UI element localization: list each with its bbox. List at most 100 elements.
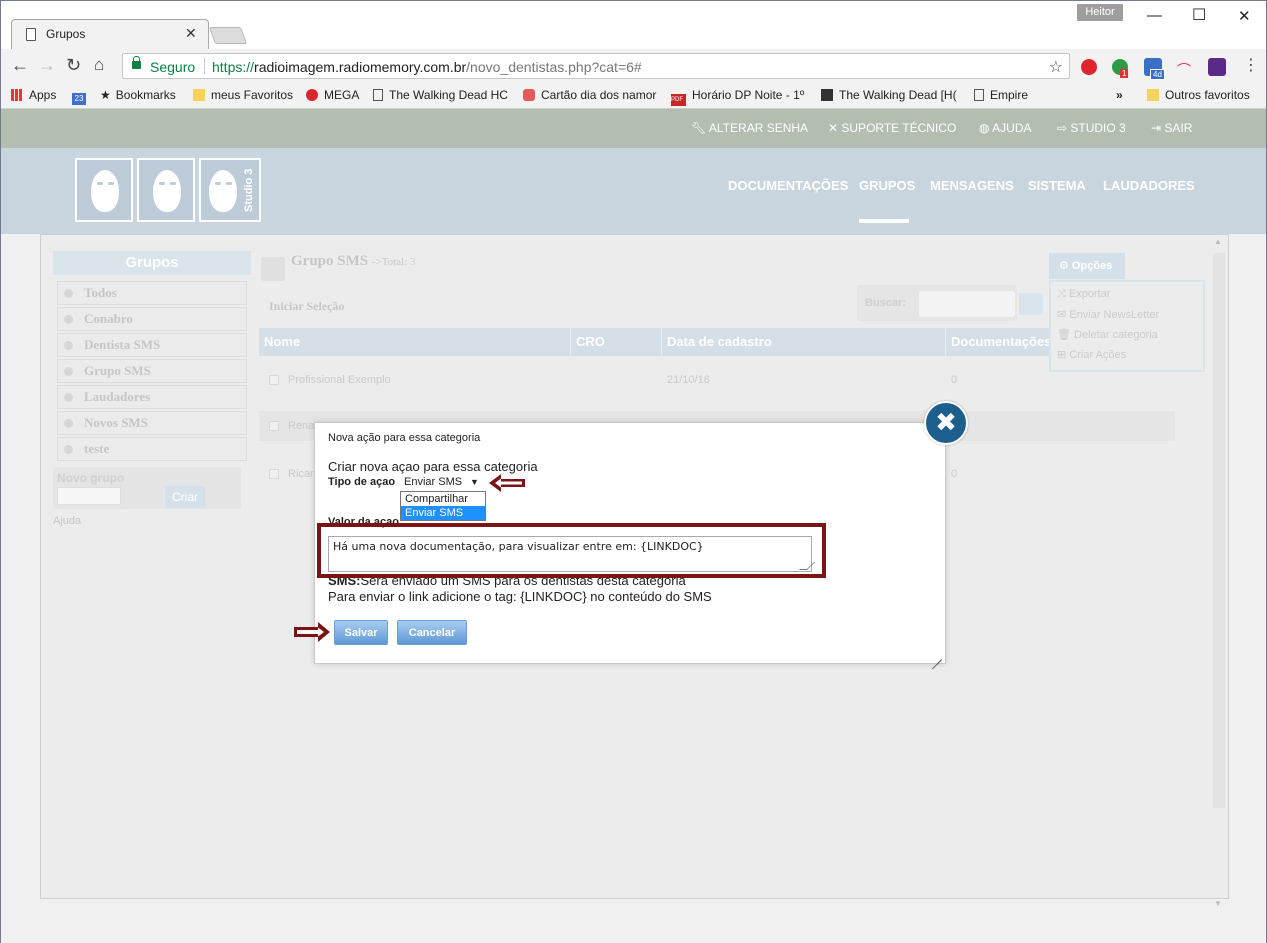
bookmark-horario[interactable]: PDF Horário DP Noite - 1º <box>671 88 804 106</box>
menu-icon[interactable]: ⋮ <box>1243 55 1259 75</box>
option-compartilhar[interactable]: Compartilhar <box>401 492 485 506</box>
option-exportar[interactable]: ⤨ Exportar <box>1057 288 1110 301</box>
card-icon <box>523 89 535 101</box>
new-group-input[interactable] <box>57 487 121 505</box>
selected-value: Enviar SMS <box>404 476 463 488</box>
vh-extension-icon[interactable] <box>1208 58 1226 76</box>
group-icon <box>64 341 73 350</box>
opera-extension-icon[interactable] <box>1081 59 1097 75</box>
link-label: ALTERAR SENHA <box>708 121 809 135</box>
address-bar[interactable]: Seguro https://radioimagem.radiomemory.c… <box>122 53 1070 79</box>
profile-badge[interactable]: Heitor <box>1077 4 1123 21</box>
cancel-button[interactable]: Cancelar <box>397 620 467 645</box>
group-item-teste[interactable]: teste <box>57 437 247 461</box>
column-documentacoes[interactable]: Documentações <box>946 328 1059 356</box>
browser-tab[interactable]: Grupos ✕ <box>11 19 209 49</box>
nav-documentacoes[interactable]: DOCUMENTAÇÕES <box>728 178 848 193</box>
row-date: 21/10/16 <box>667 374 710 386</box>
group-item-grupo-sms[interactable]: Grupo SMS <box>57 359 247 383</box>
help-link[interactable]: ◍ AJUDA <box>979 121 1032 135</box>
options-button[interactable]: ⚙ Opções <box>1049 253 1125 279</box>
close-dialog-icon[interactable]: ✖ <box>924 401 968 445</box>
column-nome[interactable]: Nome <box>259 328 571 356</box>
action-type-select[interactable]: Enviar SMS ▼ <box>400 474 483 491</box>
page-icon <box>26 28 36 41</box>
annotation-arrow-left-icon <box>489 474 525 492</box>
group-item-conabro[interactable]: Conabro <box>57 307 247 331</box>
secure-label: Seguro <box>150 59 196 75</box>
bookmark-outros-favoritos[interactable]: Outros favoritos <box>1147 88 1250 102</box>
bookmark-mega[interactable]: MEGA <box>306 88 359 102</box>
mail-icon: ✉ <box>1057 309 1070 321</box>
minimize-icon[interactable]: — <box>1147 7 1162 24</box>
group-item-todos[interactable]: Todos <box>57 281 247 305</box>
group-item-novos-sms[interactable]: Novos SMS <box>57 411 247 435</box>
create-group-button[interactable]: Criar <box>165 486 205 508</box>
row-checkbox[interactable] <box>269 375 279 385</box>
support-link[interactable]: ✕ SUPORTE TÉCNICO <box>828 121 956 135</box>
nav-grupos[interactable]: GRUPOS <box>859 178 915 193</box>
search-input[interactable] <box>919 291 1015 317</box>
bookmark-star-icon[interactable]: ☆ <box>1049 57 1063 77</box>
nav-mensagens[interactable]: MENSAGENS <box>930 178 1014 193</box>
bookmark-bookmarks[interactable]: ★ Bookmarks <box>100 88 176 102</box>
close-tab-icon[interactable]: ✕ <box>185 25 197 42</box>
option-criar-acoes[interactable]: ⊞ Criar Ações <box>1057 348 1126 361</box>
new-tab-button[interactable] <box>208 27 248 44</box>
bookmark-walking-dead-2[interactable]: The Walking Dead [H( <box>821 88 957 102</box>
folder-icon <box>1147 89 1159 101</box>
browser-window: Grupos ✕ Heitor — ☐ ✕ ← → ↻ ⌂ Seguro htt… <box>0 0 1267 943</box>
sidebar-help-link[interactable]: Ajuda <box>53 515 81 527</box>
studio-link[interactable]: ⇨ STUDIO 3 <box>1057 121 1126 135</box>
option-label: Deletar categoria <box>1074 329 1158 341</box>
bookmark-empire[interactable]: Empire <box>974 88 1028 102</box>
calendar-extension-icon[interactable]: 4d <box>1144 58 1165 80</box>
option-enviar-sms[interactable]: Enviar SMS <box>401 506 485 520</box>
url-text[interactable]: https://radioimagem.radiomemory.com.br/n… <box>212 59 642 75</box>
nav-laudadores[interactable]: LAUDADORES <box>1103 178 1195 193</box>
change-password-link[interactable]: 🔧︎ ALTERAR SENHA <box>691 121 808 135</box>
green-extension-icon[interactable]: 1 <box>1112 59 1129 78</box>
studio3-logo[interactable]: Studio 3 <box>75 158 261 222</box>
home-icon[interactable]: ⌂ <box>94 55 104 75</box>
group-item-dentista-sms[interactable]: Dentista SMS <box>57 333 247 357</box>
url-protocol: https:// <box>212 59 255 75</box>
group-icon <box>64 419 73 428</box>
page-scrollbar[interactable] <box>1213 237 1225 908</box>
group-title: Grupo SMS ->Total: 3 <box>291 253 415 270</box>
bookmark-walking-dead[interactable]: The Walking Dead HC <box>373 88 508 102</box>
forward-icon[interactable]: → <box>38 55 56 76</box>
save-button[interactable]: Salvar <box>334 620 388 645</box>
figure-icon <box>821 89 833 101</box>
back-icon[interactable]: ← <box>11 55 29 76</box>
reload-icon[interactable]: ↻ <box>66 55 81 76</box>
maximize-icon[interactable]: ☐ <box>1192 5 1206 25</box>
group-item-laudadores[interactable]: Laudadores <box>57 385 247 409</box>
bookmarks-overflow[interactable]: » <box>1116 88 1123 102</box>
row-checkbox[interactable] <box>269 469 279 479</box>
bookmark-cartao[interactable]: Cartão dia dos namor <box>523 88 656 102</box>
group-label: Dentista SMS <box>84 337 161 352</box>
row-name: Rena <box>288 420 315 432</box>
nav-sistema[interactable]: SISTEMA <box>1028 178 1086 193</box>
bookmark-apps[interactable]: Apps <box>11 88 56 102</box>
row-checkbox[interactable] <box>269 421 279 431</box>
option-newsletter[interactable]: ✉ Enviar NewsLetter <box>1057 308 1159 321</box>
close-window-icon[interactable]: ✕ <box>1238 7 1251 25</box>
column-cro[interactable]: CRO <box>571 328 662 356</box>
search-button[interactable] <box>1019 293 1043 315</box>
start-selection-link[interactable]: Iniciar Seleção <box>269 299 344 314</box>
dialog-resize-handle[interactable] <box>932 650 942 660</box>
bookmark-label: Outros favoritos <box>1165 88 1250 102</box>
bookmark-meus-favoritos[interactable]: meus Favoritos <box>193 88 293 102</box>
column-data-cadastro[interactable]: Data de cadastro <box>662 328 946 356</box>
logout-link[interactable]: ⇥ SAIR <box>1151 121 1192 135</box>
arc-extension-icon[interactable]: ⌒ <box>1177 60 1195 78</box>
title-bar: Grupos ✕ Heitor — ☐ ✕ <box>1 1 1266 49</box>
bookmark-calendar[interactable]: 23 <box>72 88 92 105</box>
annotation-highlight-box <box>317 523 826 578</box>
link-label: AJUDA <box>992 121 1032 135</box>
option-deletar[interactable]: 🗑︎ Deletar categoria <box>1057 328 1158 341</box>
table-row[interactable]: Profissional Exemplo 21/10/16 0 <box>259 365 1175 395</box>
options-label: Opções <box>1071 260 1113 272</box>
